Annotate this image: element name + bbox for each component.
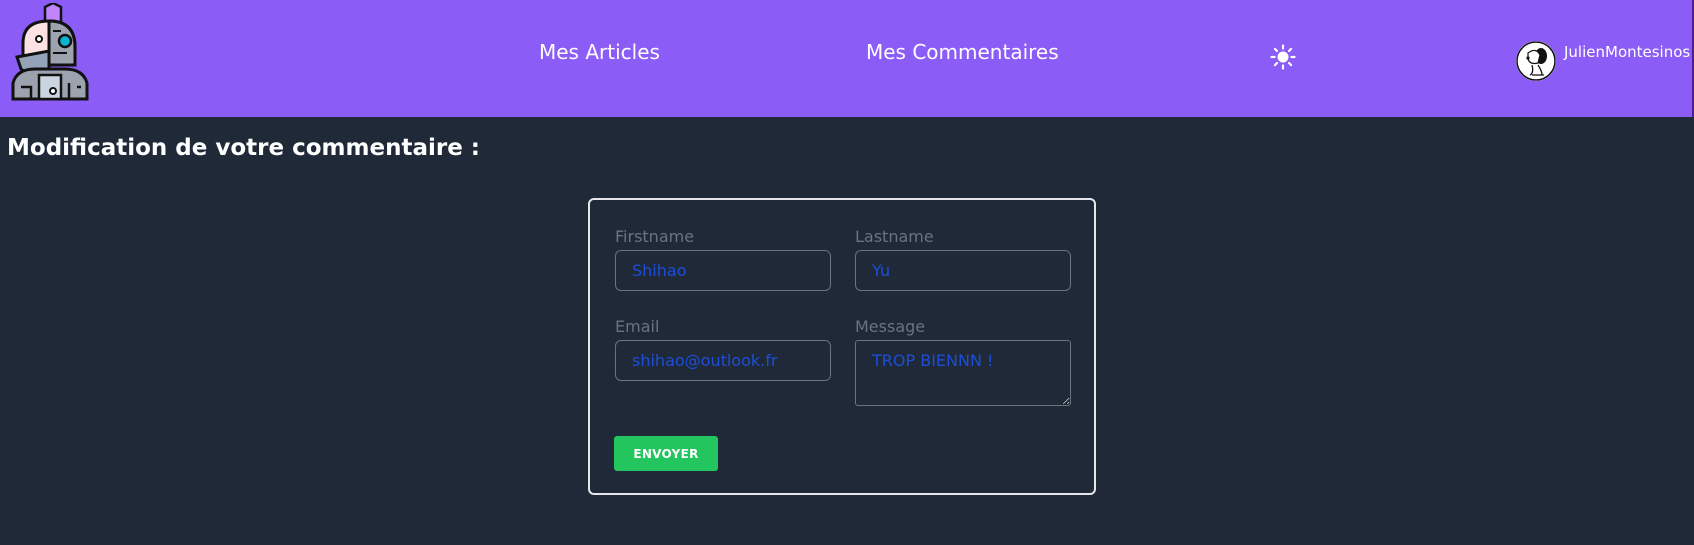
username[interactable]: JulienMontesinos <box>1564 43 1690 61</box>
snoopy-avatar-icon <box>1516 41 1556 81</box>
comment-edit-form: Firstname Lastname Email Message TROP BI… <box>588 198 1096 495</box>
firstname-input[interactable] <box>615 250 831 291</box>
cyborg-logo-icon[interactable] <box>9 1 91 103</box>
message-textarea[interactable]: TROP BIENNN ! <box>855 340 1071 406</box>
nav-link-mes-articles[interactable]: Mes Articles <box>539 40 660 64</box>
envoyer-button[interactable]: ENVOYER <box>614 436 718 471</box>
lastname-label: Lastname <box>855 227 934 246</box>
navbar: Mes Articles Mes Commentaires JulienMont… <box>0 0 1694 117</box>
firstname-label: Firstname <box>615 227 695 246</box>
message-label: Message <box>855 317 926 336</box>
user-avatar[interactable] <box>1516 41 1556 81</box>
page-title: Modification de votre commentaire : <box>7 135 480 161</box>
nav-link-mes-commentaires[interactable]: Mes Commentaires <box>866 40 1059 64</box>
lastname-input[interactable] <box>855 250 1071 291</box>
sun-icon[interactable] <box>1270 44 1296 70</box>
email-input[interactable] <box>615 340 831 381</box>
email-label: Email <box>615 317 660 336</box>
